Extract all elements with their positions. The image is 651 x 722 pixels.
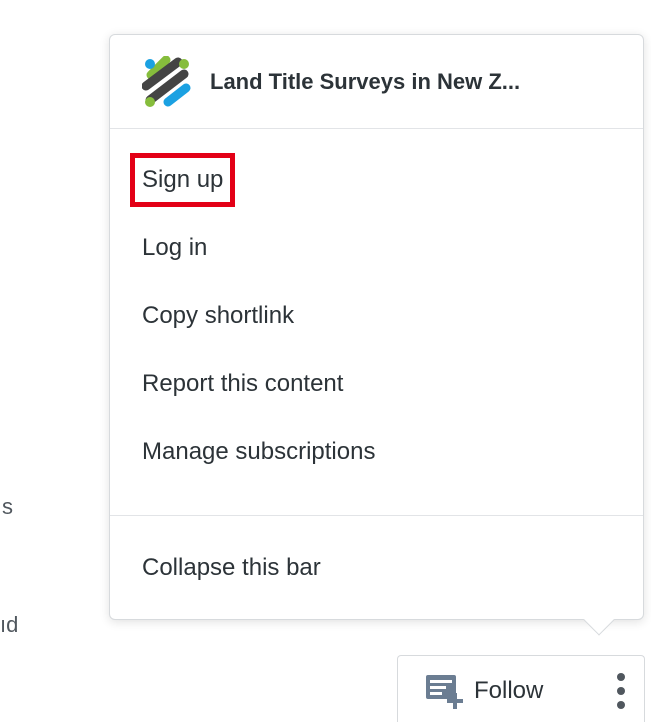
follow-button[interactable]: Follow <box>398 656 598 722</box>
menu-item-log-in[interactable]: Log in <box>110 233 643 301</box>
menu-item-sign-up[interactable]: Sign up <box>110 153 643 233</box>
vertical-ellipsis-icon <box>617 672 625 709</box>
reader-follow-icon <box>426 674 463 709</box>
follow-action-bar: Follow <box>397 655 645 722</box>
menu-item-label: Log in <box>142 234 208 261</box>
collapse-bar-button[interactable]: Collapse this bar <box>110 516 643 582</box>
collapse-bar-label: Collapse this bar <box>142 554 321 581</box>
menu-item-label: Copy shortlink <box>142 302 295 329</box>
menu-item-copy-shortlink[interactable]: Copy shortlink <box>110 301 643 369</box>
site-title: Land Title Surveys in New Z... <box>210 68 521 94</box>
menu-item-report-content[interactable]: Report this content <box>110 369 643 437</box>
menu-item-label: Report this content <box>142 370 344 397</box>
site-logo-icon <box>142 55 191 107</box>
page-text-fragment: ıd <box>0 612 19 637</box>
popup-menu-list: Sign up Log in Copy shortlink Report thi… <box>110 129 643 505</box>
page-text-fragment: s <box>2 494 13 519</box>
menu-item-label: Manage subscriptions <box>142 438 376 465</box>
follow-label: Follow <box>474 676 544 704</box>
more-options-button[interactable] <box>598 656 644 722</box>
page: s ıd Land Title Surveys in New Z... Sign… <box>0 0 651 722</box>
actionbar-popup-menu: Land Title Surveys in New Z... Sign up L… <box>109 34 644 620</box>
menu-item-manage-subscriptions[interactable]: Manage subscriptions <box>110 437 643 505</box>
popup-header[interactable]: Land Title Surveys in New Z... <box>110 35 643 129</box>
menu-item-label: Sign up <box>129 153 236 207</box>
